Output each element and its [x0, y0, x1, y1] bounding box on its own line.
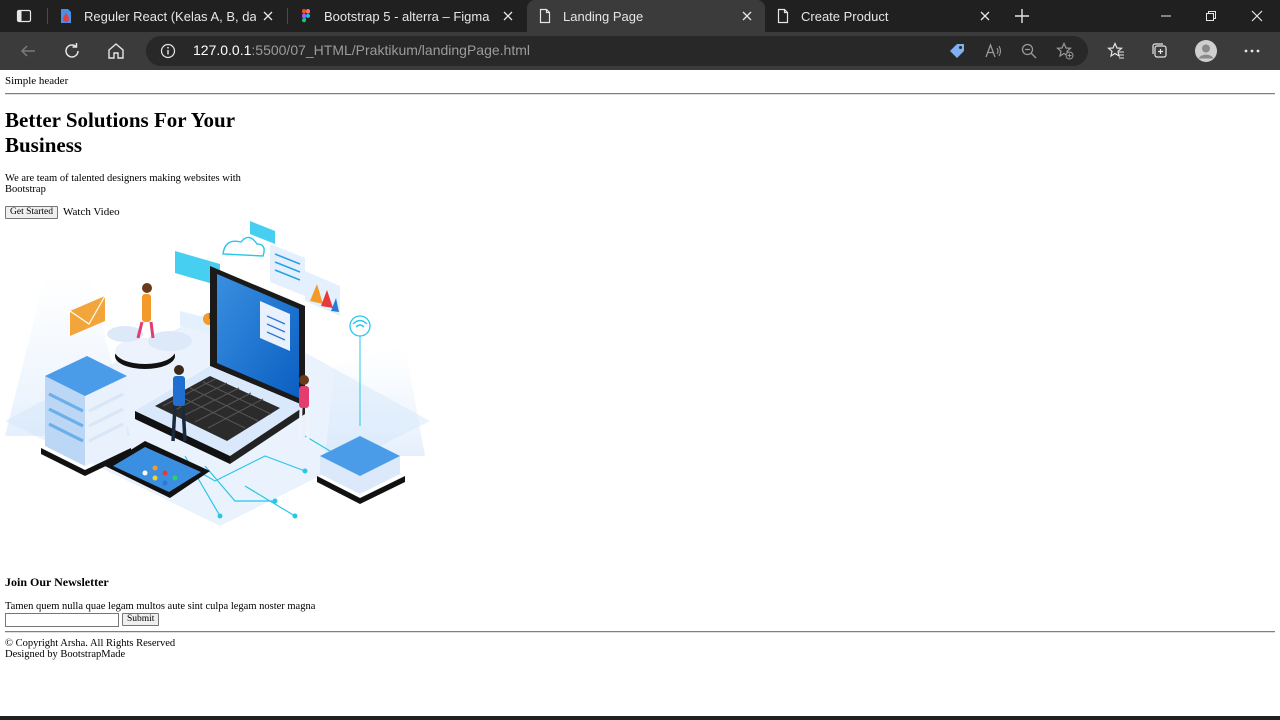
tab-title: Reguler React (Kelas A, B, dan C) — [84, 8, 256, 24]
refresh-button[interactable] — [58, 37, 86, 65]
collections-icon — [1152, 43, 1167, 58]
tab-create-product[interactable]: Create Product — [765, 0, 1003, 32]
home-icon — [108, 43, 124, 59]
close-tab-icon[interactable] — [256, 4, 280, 28]
add-favorite-button[interactable] — [1054, 40, 1076, 62]
star-add-icon — [1056, 42, 1074, 60]
read-aloud-button[interactable] — [982, 40, 1004, 62]
url-host: 127.0.0.1 — [193, 42, 252, 58]
tab-strip: Reguler React (Kelas A, B, dan C) Bootst… — [0, 0, 1280, 32]
plus-icon — [1015, 9, 1029, 23]
close-tab-icon[interactable] — [735, 4, 759, 28]
close-tab-icon[interactable] — [496, 4, 520, 28]
header-divider — [5, 93, 1275, 95]
address-bar[interactable]: 127.0.0.1:5500/07_HTML/Praktikum/landing… — [146, 36, 1088, 66]
simple-header: Simple header — [5, 75, 69, 87]
restore-button[interactable] — [1188, 0, 1234, 32]
page-icon — [537, 8, 553, 24]
tab-title: Bootstrap 5 - alterra – Figma — [324, 8, 490, 24]
collections-button[interactable] — [1146, 37, 1174, 65]
zoom-out-icon — [1021, 43, 1037, 59]
canva-file-icon — [58, 8, 74, 24]
favorites-icon — [1107, 42, 1124, 59]
read-aloud-icon — [985, 43, 1002, 58]
info-icon[interactable] — [160, 43, 176, 59]
newsletter-title: Join Our Newsletter — [5, 575, 109, 589]
tab-figma[interactable]: Bootstrap 5 - alterra – Figma — [288, 0, 526, 32]
hero-description: We are team of talented designers making… — [5, 173, 241, 195]
shopping-tag-button[interactable] — [946, 40, 968, 62]
minimize-button[interactable] — [1143, 0, 1189, 32]
url-path: :5500/07_HTML/Praktikum/landingPage.html — [251, 42, 530, 58]
newsletter-submit-button[interactable]: Submit — [122, 613, 160, 626]
close-window-button[interactable] — [1234, 0, 1280, 32]
hero-illustration — [5, 221, 430, 526]
tab-title: Create Product — [801, 8, 889, 24]
restore-icon — [1206, 11, 1216, 21]
tab-actions-icon — [16, 9, 32, 23]
footer-divider — [5, 631, 1275, 633]
page-icon — [775, 8, 791, 24]
settings-more-button[interactable] — [1238, 37, 1266, 65]
profile-button[interactable] — [1192, 37, 1220, 65]
tag-icon — [950, 44, 964, 58]
figma-icon — [298, 8, 314, 24]
home-button[interactable] — [102, 37, 130, 65]
page-viewport: Simple header Better Solutions For Your … — [0, 70, 1280, 716]
avatar-icon — [1195, 40, 1217, 62]
footer-credit: Designed by BootstrapMade — [5, 649, 126, 660]
newsletter-email-input[interactable] — [5, 613, 119, 627]
window-bottom-edge — [0, 716, 1280, 720]
tab-title: Landing Page — [563, 8, 644, 24]
footer-copyright: © Copyright Arsha. All Rights Reserved — [5, 638, 176, 649]
back-arrow-icon — [20, 45, 35, 57]
browser-toolbar: 127.0.0.1:5500/07_HTML/Praktikum/landing… — [0, 32, 1280, 70]
url-text[interactable]: 127.0.0.1:5500/07_HTML/Praktikum/landing… — [193, 42, 530, 58]
tab-reguler-react[interactable]: Reguler React (Kelas A, B, dan C) — [48, 0, 286, 32]
hero-title: Better Solutions For Your Business — [5, 108, 235, 157]
favorites-button[interactable] — [1102, 37, 1130, 65]
tab-landing-page[interactable]: Landing Page — [527, 0, 765, 32]
back-button[interactable] — [14, 37, 42, 65]
tab-actions-button[interactable] — [8, 4, 40, 28]
new-tab-button[interactable] — [1008, 4, 1036, 28]
zoom-out-button[interactable] — [1018, 40, 1040, 62]
close-icon — [1251, 10, 1263, 22]
minimize-icon — [1161, 15, 1171, 17]
close-tab-icon[interactable] — [973, 4, 997, 28]
more-icon — [1244, 49, 1260, 53]
refresh-icon — [65, 43, 79, 58]
newsletter-description: Tamen quem nulla quae legam multos aute … — [5, 601, 316, 612]
